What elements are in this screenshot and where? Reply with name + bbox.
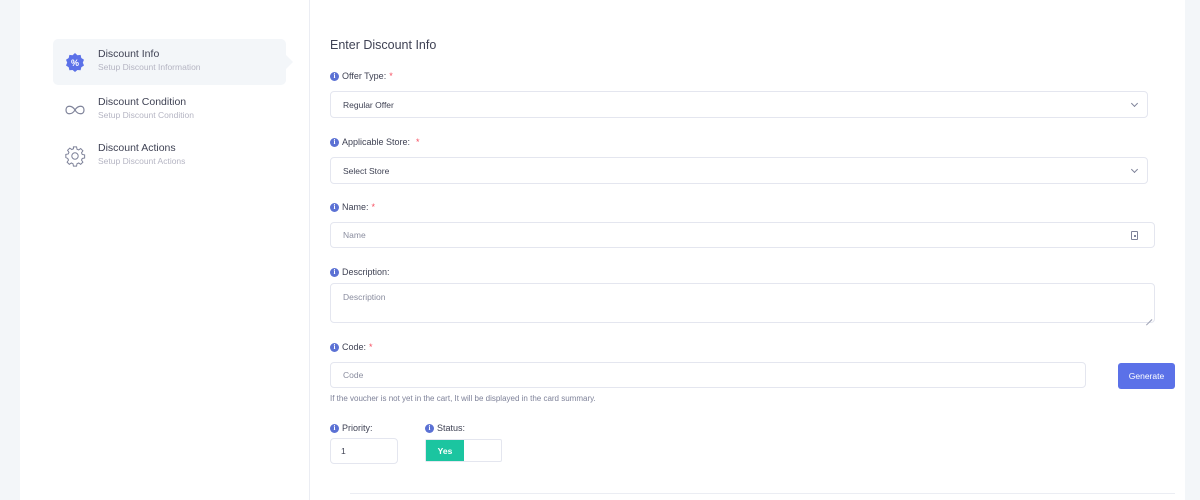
required-marker: * bbox=[416, 137, 420, 147]
input-placeholder: Code bbox=[343, 370, 364, 380]
info-icon: i bbox=[330, 71, 339, 81]
generate-button[interactable]: Generate bbox=[1118, 363, 1175, 389]
name-label: i Name: * bbox=[330, 202, 375, 212]
input-placeholder: Name bbox=[343, 230, 366, 240]
discount-info-form: Enter Discount Info i Offer Type: * Regu… bbox=[330, 0, 1175, 500]
status-label: i Status: bbox=[425, 423, 465, 433]
select-value: Select Store bbox=[343, 165, 390, 176]
code-label: i Code: * bbox=[330, 342, 373, 352]
contact-card-icon bbox=[1131, 231, 1138, 240]
chevron-down-icon bbox=[1130, 99, 1139, 108]
toggle-yes[interactable]: Yes bbox=[426, 440, 464, 461]
name-input[interactable]: Name bbox=[330, 222, 1155, 248]
label-text: Offer Type: bbox=[342, 71, 387, 81]
offer-type-label: i Offer Type: * bbox=[330, 71, 393, 81]
offer-type-select[interactable]: Regular Offer bbox=[330, 91, 1148, 118]
label-text: Description: bbox=[342, 267, 390, 277]
priority-label: i Priority: bbox=[330, 423, 373, 433]
percent-badge-icon: % bbox=[63, 50, 87, 74]
status-toggle[interactable]: Yes bbox=[425, 439, 502, 462]
select-value: Regular Offer bbox=[343, 99, 394, 110]
step-discount-condition[interactable]: Discount Condition Setup Discount Condit… bbox=[53, 87, 286, 133]
priority-input[interactable]: 1 bbox=[330, 438, 398, 464]
info-icon: i bbox=[330, 137, 339, 147]
textarea-placeholder: Description bbox=[343, 292, 386, 302]
code-input[interactable]: Code bbox=[330, 362, 1086, 388]
step-discount-info[interactable]: % Discount Info Setup Discount Informati… bbox=[53, 39, 293, 85]
label-text: Code: bbox=[342, 342, 367, 352]
chevron-down-icon bbox=[1130, 165, 1139, 174]
required-marker: * bbox=[371, 202, 376, 212]
resize-handle-icon[interactable] bbox=[1146, 314, 1152, 320]
code-hint: If the voucher is not yet in the cart, I… bbox=[330, 394, 596, 403]
label-text: Name: bbox=[342, 202, 369, 212]
info-icon: i bbox=[330, 423, 339, 433]
step-subtitle: Setup Discount Actions bbox=[98, 156, 186, 166]
required-marker: * bbox=[389, 71, 393, 81]
step-title: Discount Info bbox=[98, 48, 160, 60]
description-textarea[interactable]: Description bbox=[330, 283, 1155, 323]
divider bbox=[350, 493, 1175, 494]
gear-icon bbox=[63, 144, 87, 168]
description-label: i Description: bbox=[330, 267, 390, 277]
required-marker: * bbox=[369, 342, 373, 352]
discount-card: % Discount Info Setup Discount Informati… bbox=[20, 0, 1185, 500]
stepper-nav: % Discount Info Setup Discount Informati… bbox=[20, 0, 310, 500]
label-text: Applicable Store: bbox=[342, 137, 411, 147]
store-select[interactable]: Select Store bbox=[330, 157, 1148, 184]
label-text: Status: bbox=[437, 423, 466, 433]
step-subtitle: Setup Discount Information bbox=[98, 62, 201, 72]
input-value: 1 bbox=[341, 446, 346, 456]
infinity-icon bbox=[63, 98, 87, 122]
label-text: Priority: bbox=[342, 423, 373, 433]
form-title: Enter Discount Info bbox=[330, 38, 437, 52]
info-icon: i bbox=[425, 423, 434, 433]
step-title: Discount Condition bbox=[98, 96, 187, 108]
step-subtitle: Setup Discount Condition bbox=[98, 110, 194, 120]
step-discount-actions[interactable]: Discount Actions Setup Discount Actions bbox=[53, 133, 286, 179]
info-icon: i bbox=[330, 342, 339, 352]
svg-text:%: % bbox=[71, 58, 79, 68]
info-icon: i bbox=[330, 267, 339, 277]
step-title: Discount Actions bbox=[98, 142, 176, 154]
applicable-store-label: i Applicable Store: * bbox=[330, 137, 420, 147]
info-icon: i bbox=[330, 202, 339, 212]
